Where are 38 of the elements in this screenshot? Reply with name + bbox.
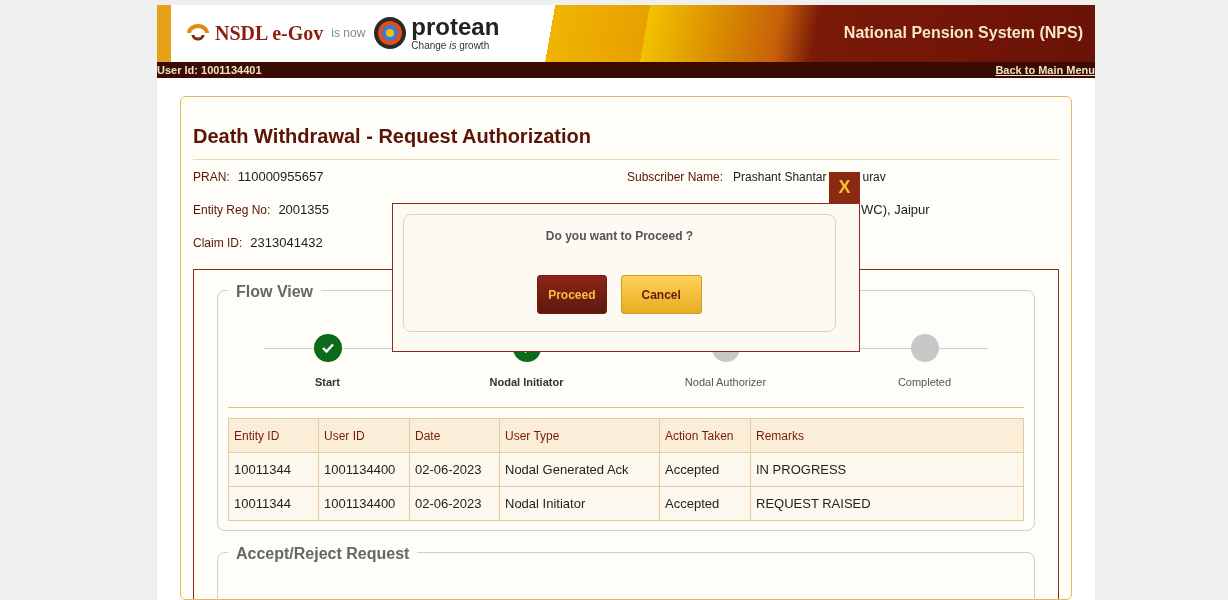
logo-icon [187, 24, 209, 43]
table-cell-text: IN PROGRESS [755, 460, 848, 479]
field-label: PRAN: [193, 168, 230, 186]
table-cell: 02-06-2023 [410, 487, 500, 520]
protean-name: protean [411, 15, 500, 40]
table-cell: 10011344 [229, 487, 319, 520]
close-button[interactable]: X [829, 172, 860, 203]
field-label: Subscriber Name: [627, 168, 724, 186]
back-to-main-menu-link[interactable]: Back to Main Menu [995, 61, 1095, 78]
cancel-button[interactable]: Cancel [620, 275, 702, 314]
column-header: Remarks [755, 427, 805, 445]
protean-logo-icon [373, 16, 408, 51]
dialog-message: Do you want to Proceed ? [545, 228, 694, 245]
step-label: Nodal Initiator [489, 375, 564, 390]
field-value: Prashant Shantar [733, 168, 827, 186]
table-cell: 1001134400 [319, 487, 410, 520]
field-label: Claim ID: [193, 234, 243, 252]
step-label: Start [314, 375, 341, 390]
brand-note: is now [331, 25, 366, 43]
tagline: Change is growth [411, 41, 490, 52]
field-value: WC), Jaipur [861, 200, 930, 219]
page-title: Death Withdrawal - Request Authorization [193, 121, 1059, 160]
brand-name: NSDL e-Gov [215, 21, 324, 47]
field-value: urav [862, 168, 886, 186]
table-cell-text: REQUEST RAISED [755, 494, 872, 513]
accent-stripe [157, 5, 171, 62]
user-id: User Id: 1001134401 [157, 62, 262, 78]
field-value: 110000955657 [237, 167, 324, 186]
system-title: National Pension System (NPS) [843, 23, 1083, 44]
table-cell: Accepted [660, 487, 751, 520]
field-value: 2001355 [278, 200, 329, 219]
step-label: Completed [897, 375, 952, 390]
field-value: 2313041432 [250, 233, 323, 252]
table-cell: Nodal Initiator [500, 487, 660, 520]
field-label: Entity Reg No: [193, 201, 271, 219]
step-label: Nodal Authorizer [684, 375, 767, 390]
check-icon [321, 343, 334, 353]
proceed-button[interactable]: Proceed [537, 275, 607, 314]
